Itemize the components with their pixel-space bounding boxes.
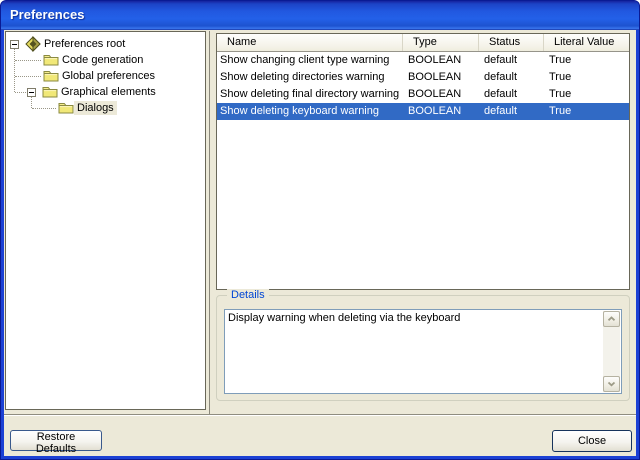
chevron-down-icon [607, 381, 616, 387]
cell-literal-value: True [544, 52, 629, 69]
tree-connector-line [14, 44, 15, 92]
tree-item-label: Graphical elements [58, 85, 159, 99]
dialog-body: Preferences root Code generation Global … [4, 30, 636, 456]
cell-literal-value: True [544, 69, 629, 86]
preferences-root-icon [25, 36, 41, 52]
details-textarea[interactable]: Display warning when deleting via the ke… [224, 309, 622, 394]
cell-literal-value: True [544, 86, 629, 103]
tree-connector-line [32, 108, 56, 109]
panel-splitter[interactable] [209, 31, 210, 414]
close-button[interactable]: Close [552, 430, 632, 452]
window-title: Preferences [1, 1, 84, 29]
folder-icon [58, 101, 74, 115]
cell-name: Show deleting final directory warning [217, 86, 403, 103]
tree-connector-line [15, 60, 41, 61]
cell-name: Show deleting directories warning [217, 69, 403, 86]
cell-type: BOOLEAN [403, 103, 479, 120]
chevron-up-icon [607, 316, 616, 322]
table-row[interactable]: Show deleting final directory warning BO… [217, 86, 629, 103]
cell-status: default [479, 103, 544, 120]
tree-connector-line [15, 76, 41, 77]
table-row[interactable]: Show deleting directories warning BOOLEA… [217, 69, 629, 86]
folder-icon [42, 85, 58, 99]
details-group-label: Details [227, 289, 269, 302]
tree-item-label: Global preferences [59, 69, 158, 83]
cell-status: default [479, 69, 544, 86]
table-row-selected[interactable]: Show deleting keyboard warning BOOLEAN d… [217, 103, 629, 120]
scroll-up-button[interactable] [603, 311, 620, 327]
tree-item-graphical-elements[interactable]: Graphical elements [6, 84, 205, 100]
folder-icon [43, 53, 59, 67]
details-scrollbar[interactable] [603, 311, 620, 392]
scroll-down-button[interactable] [603, 376, 620, 392]
cell-type: BOOLEAN [403, 86, 479, 103]
column-header-name[interactable]: Name [217, 34, 403, 51]
cell-name: Show deleting keyboard warning [217, 103, 403, 120]
window-titlebar[interactable]: Preferences [1, 1, 639, 30]
cell-status: default [479, 86, 544, 103]
details-group: Details Display warning when deleting vi… [216, 295, 630, 401]
button-bar-separator [4, 414, 636, 416]
table-row[interactable]: Show changing client type warning BOOLEA… [217, 52, 629, 69]
column-header-literal-value[interactable]: Literal Value [544, 34, 629, 51]
cell-name: Show changing client type warning [217, 52, 403, 69]
tree-item-preferences-root[interactable]: Preferences root [6, 36, 205, 52]
cell-literal-value: True [544, 103, 629, 120]
tree-item-label: Preferences root [41, 37, 128, 51]
restore-defaults-button[interactable]: Restore Defaults [10, 430, 102, 451]
column-header-type[interactable]: Type [403, 34, 479, 51]
preferences-tree: Preferences root Code generation Global … [5, 31, 206, 410]
collapse-toggle-icon[interactable] [10, 40, 19, 49]
table-header-row: Name Type Status Literal Value [217, 34, 629, 52]
preferences-window: Preferences Preferences root Code genera… [0, 0, 640, 460]
cell-status: default [479, 52, 544, 69]
column-header-status[interactable]: Status [479, 34, 544, 51]
collapse-toggle-icon[interactable] [27, 88, 36, 97]
preferences-table: Name Type Status Literal Value Show chan… [216, 33, 630, 290]
tree-connector-line [15, 92, 26, 93]
cell-type: BOOLEAN [403, 52, 479, 69]
details-text: Display warning when deleting via the ke… [228, 311, 601, 325]
folder-icon [43, 69, 59, 83]
tree-item-label: Code generation [59, 53, 146, 67]
tree-item-label: Dialogs [74, 101, 117, 115]
cell-type: BOOLEAN [403, 69, 479, 86]
